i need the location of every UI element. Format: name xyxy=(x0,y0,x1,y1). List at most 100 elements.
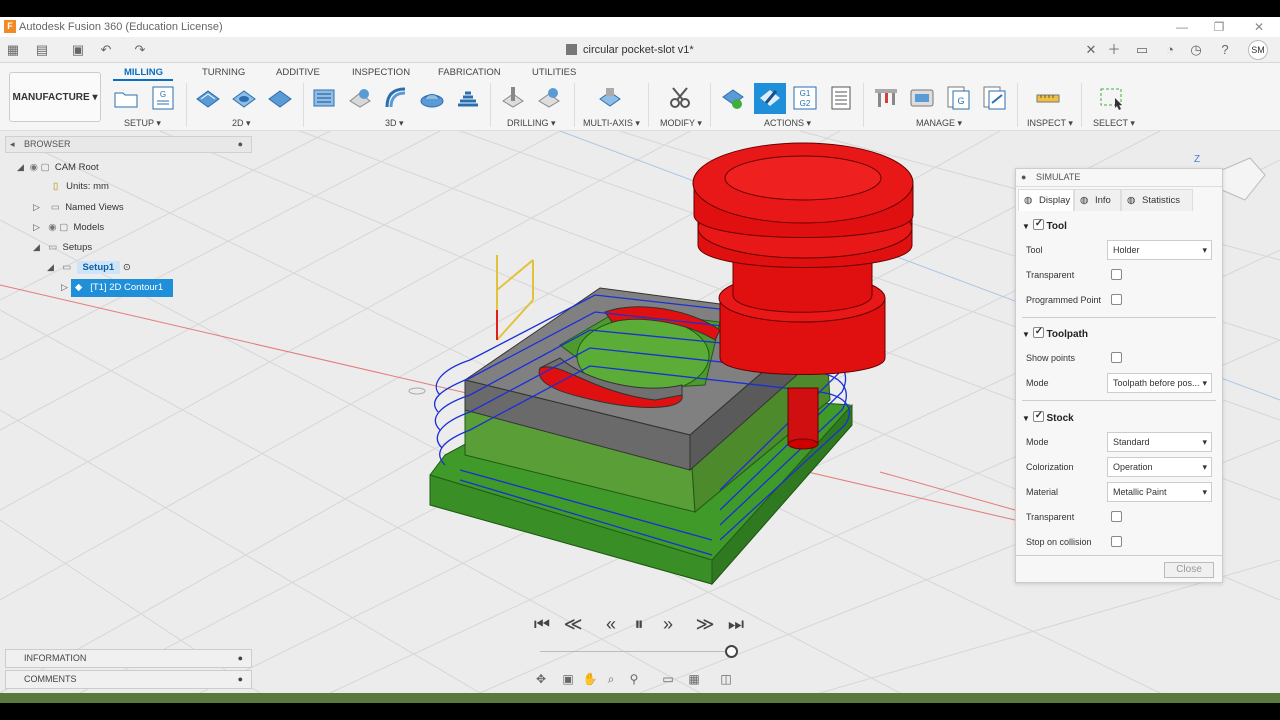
collapse-triangle-icon[interactable]: ▼ xyxy=(1022,222,1030,231)
close-window-button[interactable]: ✕ xyxy=(1245,18,1273,36)
pause-icon[interactable]: ⏸ xyxy=(626,614,652,634)
expand-triangle-icon[interactable]: ▷ xyxy=(33,218,43,236)
hole-recognition-icon[interactable] xyxy=(536,85,562,111)
tool-dropdown[interactable]: Holder xyxy=(1107,240,1212,260)
collapse-triangle-icon[interactable]: ▼ xyxy=(1022,414,1030,423)
tool-transparent-checkbox[interactable] xyxy=(1111,269,1122,280)
tree-item-setup1[interactable]: ◢ ▭ Setup1 ⊙ xyxy=(47,258,131,276)
face-icon[interactable] xyxy=(267,85,293,111)
tab-info[interactable]: ◍ Info xyxy=(1074,189,1121,211)
tab-turning[interactable]: TURNING xyxy=(202,67,245,78)
plus-icon[interactable]: ● xyxy=(238,671,243,688)
multi-axis-icon[interactable] xyxy=(597,85,623,111)
user-avatar[interactable]: SM xyxy=(1248,40,1268,60)
collapse-icon[interactable]: ◂ xyxy=(10,137,15,152)
expand-triangle-icon[interactable]: ◢ xyxy=(33,238,43,256)
tab-display[interactable]: ◍ Display xyxy=(1018,189,1074,211)
help-icon[interactable]: ? xyxy=(1217,42,1233,58)
plus-icon[interactable]: ● xyxy=(238,650,243,667)
section-tool[interactable]: ▼ Tool xyxy=(1022,218,1067,232)
minus-icon[interactable]: ● xyxy=(238,137,243,152)
extensions-icon[interactable]: ◔ xyxy=(1162,42,1178,58)
grid-menu-icon[interactable]: ▦ xyxy=(5,42,21,58)
orbit-icon[interactable]: ✥ xyxy=(533,672,549,688)
tree-item-cam-root[interactable]: ◢ ◉ ▢ CAM Root xyxy=(17,158,99,176)
tree-item-named-views[interactable]: ▷ ▭ Named Views xyxy=(33,198,124,216)
steep-shallow-icon[interactable] xyxy=(383,85,409,111)
group-manage[interactable]: MANAGE ▾ xyxy=(916,118,962,129)
pan-icon[interactable]: ✋ xyxy=(582,672,598,688)
file-icon[interactable]: ▤ xyxy=(34,42,50,58)
material-dropdown[interactable]: Metallic Paint xyxy=(1107,482,1212,502)
close-button[interactable]: Close xyxy=(1164,562,1214,578)
previous-operation-icon[interactable]: ≪ xyxy=(560,614,586,634)
contour-3d-icon[interactable] xyxy=(455,85,481,111)
toolpath-checkbox[interactable] xyxy=(1032,326,1044,338)
simulate-button[interactable] xyxy=(754,83,786,114)
2d-adaptive-icon[interactable] xyxy=(195,85,221,111)
group-3d[interactable]: 3D ▾ xyxy=(385,118,404,129)
tree-item-setups[interactable]: ◢ ▭ Setups xyxy=(33,238,92,256)
stock-checkbox[interactable] xyxy=(1032,410,1044,422)
stop-on-collision-checkbox[interactable] xyxy=(1111,536,1122,547)
new-setup-icon[interactable] xyxy=(113,85,139,111)
collapse-triangle-icon[interactable]: ▼ xyxy=(1022,330,1030,339)
tab-fabrication[interactable]: FABRICATION xyxy=(438,67,501,78)
expand-triangle-icon[interactable]: ▷ xyxy=(33,198,43,216)
colorization-dropdown[interactable]: Operation xyxy=(1107,457,1212,477)
group-2d[interactable]: 2D ▾ xyxy=(232,118,251,129)
comments-panel[interactable]: COMMENTS ● xyxy=(5,670,252,689)
minus-icon[interactable]: ● xyxy=(1021,169,1026,186)
timeline-track[interactable] xyxy=(540,651,735,652)
redo-icon[interactable]: ↷ xyxy=(132,42,148,58)
step-forward-icon[interactable]: » xyxy=(655,614,681,634)
eye-icon[interactable]: ◉ xyxy=(48,222,56,233)
group-inspect[interactable]: INSPECT ▾ xyxy=(1027,118,1073,129)
next-operation-icon[interactable]: ≫ xyxy=(692,614,718,634)
show-points-checkbox[interactable] xyxy=(1111,352,1122,363)
toolpath-mode-dropdown[interactable]: Toolpath before pos... xyxy=(1107,373,1212,393)
zoom-icon[interactable]: ⌕ xyxy=(603,672,619,688)
group-drilling[interactable]: DRILLING ▾ xyxy=(507,118,556,129)
target-icon[interactable]: ⊙ xyxy=(123,262,131,273)
nc-program-icon[interactable]: G xyxy=(150,85,176,111)
simulate-with-machine-icon[interactable] xyxy=(720,85,746,111)
tab-inspection[interactable]: INSPECTION xyxy=(352,67,410,78)
group-actions[interactable]: ACTIONS ▾ xyxy=(764,118,811,129)
stock-mode-dropdown[interactable]: Standard xyxy=(1107,432,1212,452)
save-icon[interactable]: ▣ xyxy=(70,42,86,58)
section-toolpath[interactable]: ▼ Toolpath xyxy=(1022,326,1088,340)
tool-checkbox[interactable] xyxy=(1032,218,1044,230)
setup-sheet-icon[interactable] xyxy=(828,85,854,111)
group-modify[interactable]: MODIFY ▾ xyxy=(660,118,702,129)
job-status-icon[interactable]: ◷ xyxy=(1188,42,1204,58)
maximize-button[interactable]: ❐ xyxy=(1205,18,1233,36)
step-back-icon[interactable]: « xyxy=(598,614,624,634)
modify-scissors-icon[interactable] xyxy=(667,85,693,111)
go-to-end-icon[interactable]: ⏭ xyxy=(723,614,749,634)
close-tab-icon[interactable]: ✕ xyxy=(1083,42,1099,58)
timeline-slider-handle[interactable] xyxy=(725,645,738,658)
select-icon[interactable] xyxy=(1099,85,1125,111)
workspace-switcher[interactable]: MANUFACTURE ▾ xyxy=(9,72,101,122)
tab-statistics[interactable]: ◍ Statistics xyxy=(1121,189,1193,211)
document-tab[interactable]: circular pocket-slot v1* xyxy=(583,44,694,56)
display-settings-icon[interactable]: ▭ xyxy=(660,672,676,688)
template-library-icon[interactable] xyxy=(981,85,1007,111)
new-tab-icon[interactable]: ＋ xyxy=(1106,42,1122,58)
programmed-point-checkbox[interactable] xyxy=(1111,294,1122,305)
viewports-icon[interactable]: ◫ xyxy=(718,672,734,688)
expand-triangle-icon[interactable]: ◢ xyxy=(47,258,57,276)
tool-library-icon[interactable] xyxy=(873,85,899,111)
fit-icon[interactable]: ⚲ xyxy=(626,672,642,688)
group-select[interactable]: SELECT ▾ xyxy=(1093,118,1135,129)
measure-icon[interactable] xyxy=(1035,85,1061,111)
tree-item-models[interactable]: ▷ ◉ ▢ Models xyxy=(33,218,104,236)
scallop-icon[interactable] xyxy=(419,85,445,111)
eye-icon[interactable]: ◉ xyxy=(30,162,38,173)
tree-item-units[interactable]: ▯ Units: mm xyxy=(53,178,109,196)
drill-icon[interactable] xyxy=(500,85,526,111)
tree-item-operation[interactable]: ▷ ◆ [T1] 2D Contour1 xyxy=(61,278,184,297)
stock-transparent-checkbox[interactable] xyxy=(1111,511,1122,522)
group-multi-axis[interactable]: MULTI-AXIS ▾ xyxy=(583,118,640,129)
